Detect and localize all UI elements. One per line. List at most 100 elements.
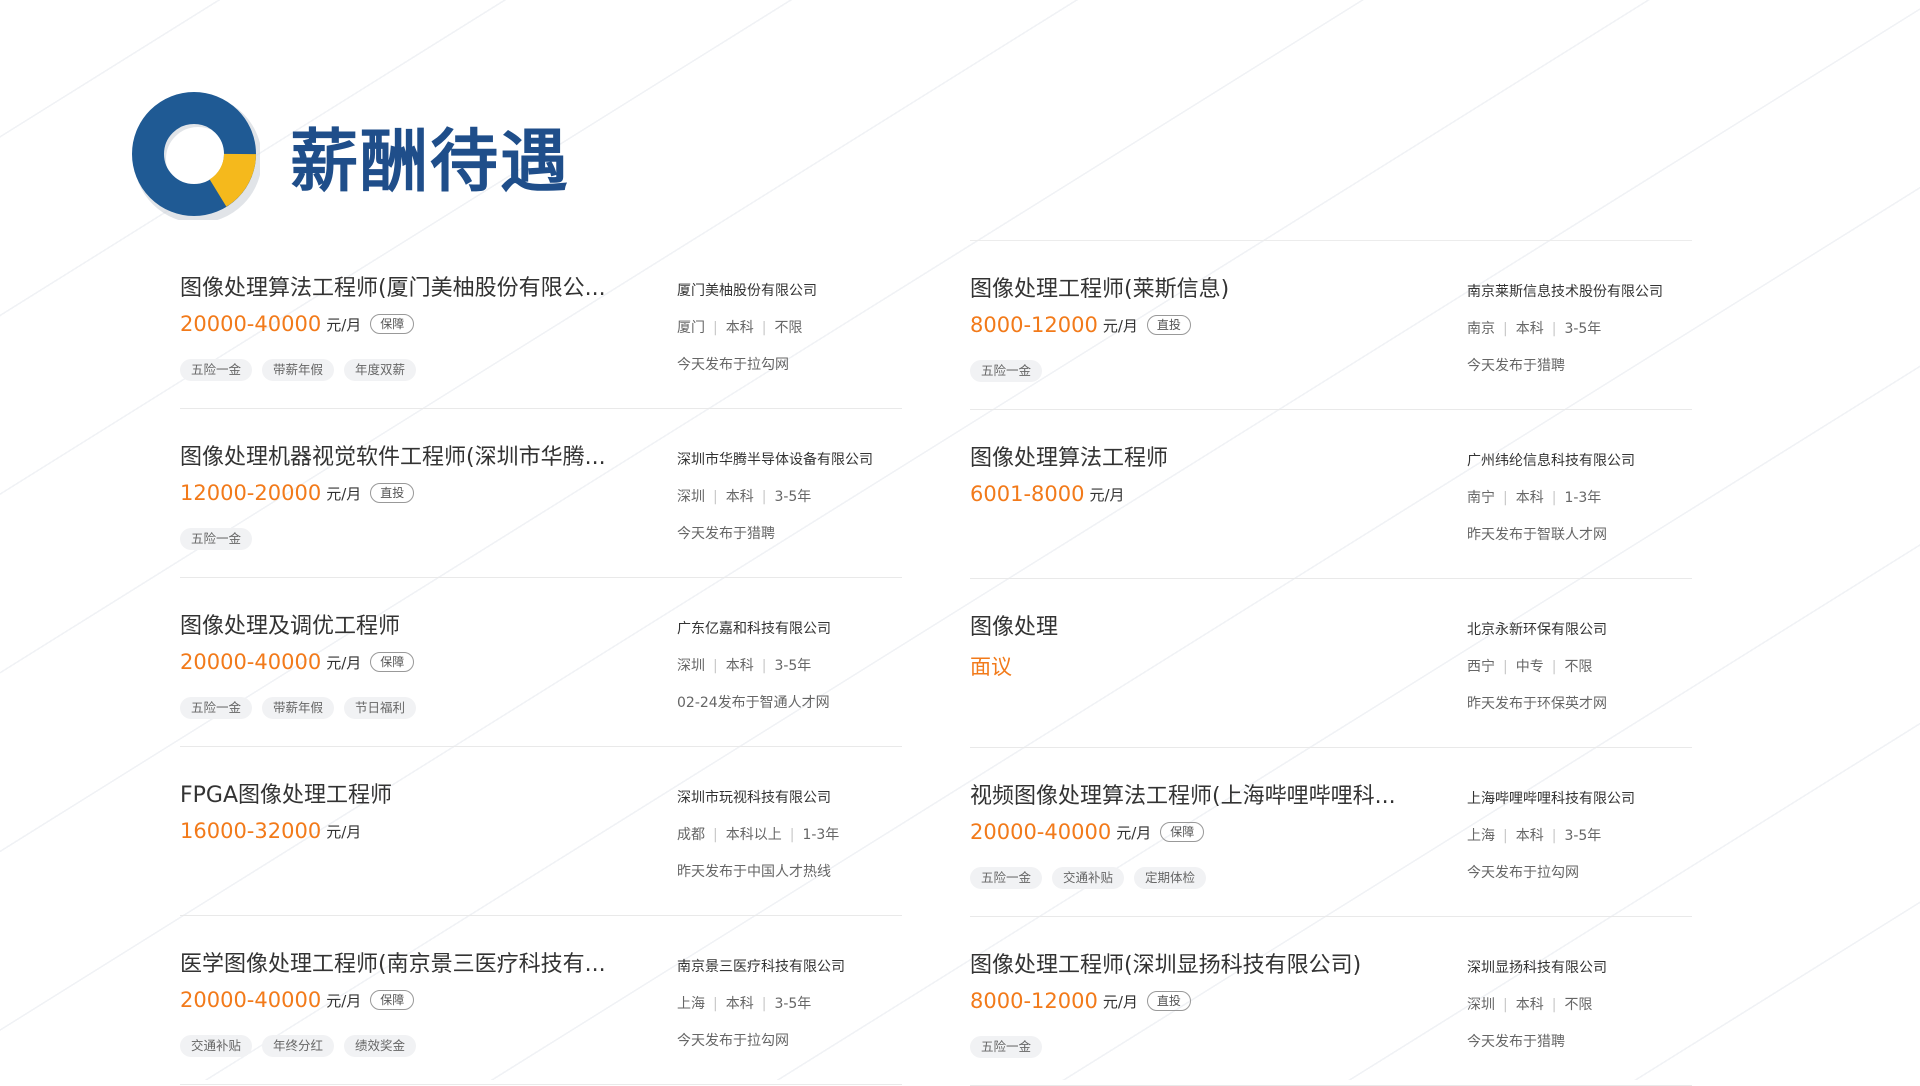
job-card[interactable]: 图像处理 面议 北京永新环保有限公司 西宁 | 中专 | 不限 昨天发布于环保英才网 <box>970 579 1692 748</box>
meta-divider: | <box>1503 659 1508 675</box>
meta-divider: | <box>713 320 718 336</box>
benefit-tag: 五险一金 <box>970 867 1043 889</box>
job-card[interactable]: 视频图像处理算法工程师(上海哔哩哔哩科... 20000-40000 元/月 保障五险… <box>970 748 1692 917</box>
salary-range: 8000-12000 <box>970 313 1098 337</box>
salary-unit: 元/月 <box>1089 485 1125 504</box>
job-title-link[interactable]: 图像处理工程师(莱斯信息) <box>970 271 1229 303</box>
job-requirements: 深圳 | 本科 | 3-5年 <box>677 486 907 506</box>
benefit-tag: 带薪年假 <box>262 697 335 719</box>
salary-row: 20000-40000 元/月 保障 <box>180 312 415 336</box>
job-experience: 不限 <box>1564 659 1593 675</box>
salary-range: 20000-40000 <box>180 312 322 336</box>
meta-divider: | <box>713 827 718 843</box>
salary-row: 16000-32000 元/月 <box>180 819 361 843</box>
job-education: 本科 <box>1515 828 1544 844</box>
meta-divider: | <box>1503 321 1508 337</box>
salary-range: 20000-40000 <box>970 820 1112 844</box>
job-experience: 不限 <box>1564 997 1593 1013</box>
job-location: 南京 <box>1467 321 1495 337</box>
salary-unit: 元/月 <box>326 991 362 1010</box>
company-info: 北京永新环保有限公司 西宁 | 中专 | 不限 昨天发布于环保英才网 <box>1467 619 1697 713</box>
benefit-tags: 五险一金 带薪年假 节日福利 <box>180 697 426 719</box>
company-info: 深圳显扬科技有限公司 深圳 | 本科 | 不限 今天发布于猎聘 <box>1467 957 1697 1051</box>
meta-divider: | <box>713 489 718 505</box>
company-info: 深圳市华腾半导体设备有限公司 深圳 | 本科 | 3-5年 今天发布于猎聘 <box>677 449 907 543</box>
company-info: 南京莱斯信息技术股份有限公司 南京 | 本科 | 3-5年 今天发布于猎聘 <box>1467 281 1697 375</box>
benefit-tag: 五险一金 <box>970 360 1043 382</box>
job-title-link[interactable]: 图像处理机器视觉软件工程师(深圳市华腾... <box>180 439 606 471</box>
salary-row: 8000-12000 元/月 直投 <box>970 313 1191 337</box>
company-name-link[interactable]: 广东亿嘉和科技有限公司 <box>677 618 907 638</box>
meta-divider: | <box>1551 828 1557 844</box>
job-badge: 直投 <box>370 483 415 503</box>
job-requirements: 南京 | 本科 | 3-5年 <box>1467 318 1697 338</box>
job-requirements: 上海 | 本科 | 3-5年 <box>1467 825 1697 845</box>
job-location: 厦门 <box>677 320 705 336</box>
salary-unit: 元/月 <box>326 653 362 672</box>
job-experience: 1-3年 <box>802 827 840 843</box>
job-title-link[interactable]: 医学图像处理工程师(南京景三医疗科技有... <box>180 946 606 978</box>
salary-unit: 元/月 <box>1116 823 1152 842</box>
company-name-link[interactable]: 广州纬纶信息科技有限公司 <box>1467 450 1697 470</box>
job-card[interactable]: 图像处理工程师(深圳显扬科技有限公司) 8000-12000 元/月 直投 五险一金 深圳… <box>970 917 1692 1086</box>
benefit-tag: 带薪年假 <box>262 359 335 381</box>
job-title-link[interactable]: 图像处理算法工程师(厦门美柚股份有限公... <box>180 270 606 302</box>
job-location: 西宁 <box>1467 659 1495 675</box>
salary-unit: 元/月 <box>326 315 362 334</box>
job-education: 中专 <box>1515 659 1544 675</box>
job-badge: 保障 <box>370 652 415 672</box>
job-card[interactable]: 图像处理及调优工程师 20000-40000 元/月 保障 五险一金 带薪年假 节日福利 广东… <box>180 578 902 747</box>
posted-source: 今天发布于拉勾网 <box>677 1033 789 1049</box>
salary-range: 8000-12000 <box>970 989 1098 1013</box>
job-card[interactable]: 图像处理算法工程师 6001-8000 元/月 广州纬纶信息科技有限公司 南宁 | 本科 | 1… <box>970 410 1692 579</box>
job-badge: 直投 <box>1146 991 1191 1011</box>
job-title-link[interactable]: 图像处理算法工程师 <box>970 440 1168 472</box>
job-title-link[interactable]: 图像处理工程师(深圳显扬科技有限公司) <box>970 947 1361 979</box>
meta-divider: | <box>1551 490 1557 506</box>
job-list-left: 图像处理算法工程师(厦门美柚股份有限公... 20000-40000 元/月 保障 五险… <box>180 240 902 1085</box>
meta-divider: | <box>1551 997 1557 1013</box>
job-requirements: 南宁 | 本科 | 1-3年 <box>1467 487 1697 507</box>
salary-range: 20000-40000 <box>180 988 322 1012</box>
job-badge: 保障 <box>1160 822 1205 842</box>
job-card[interactable]: 图像处理工程师(莱斯信息) 8000-12000 元/月 直投 五险一金 南京莱斯信息技术… <box>970 240 1692 410</box>
job-education: 本科以上 <box>725 827 782 843</box>
company-name-link[interactable]: 南京景三医疗科技有限公司 <box>677 956 907 976</box>
job-requirements: 成都 | 本科以上 | 1-3年 <box>677 824 907 844</box>
company-name-link[interactable]: 厦门美柚股份有限公司 <box>677 280 907 300</box>
job-badge: 直投 <box>1146 315 1191 335</box>
job-requirements: 厦门 | 本科 | 不限 <box>677 317 907 337</box>
company-info: 深圳市玩视科技有限公司 成都 | 本科以上 | 1-3年 昨天发布于中国人才热线 <box>677 787 907 881</box>
company-name-link[interactable]: 南京莱斯信息技术股份有限公司 <box>1467 281 1697 301</box>
job-education: 本科 <box>725 320 754 336</box>
job-experience: 3-5年 <box>774 489 812 505</box>
salary-row: 面议 <box>970 651 1012 681</box>
benefit-tag: 五险一金 <box>180 697 253 719</box>
job-title-link[interactable]: 图像处理 <box>970 609 1058 641</box>
job-location: 深圳 <box>677 658 705 674</box>
job-title-link[interactable]: FPGA图像处理工程师 <box>180 777 392 809</box>
posted-source: 今天发布于猎聘 <box>1467 1034 1565 1050</box>
job-card[interactable]: 医学图像处理工程师(南京景三医疗科技有... 20000-40000 元/月 保障 交通… <box>180 916 902 1085</box>
posted-source: 昨天发布于智联人才网 <box>1467 527 1607 543</box>
job-card[interactable]: FPGA图像处理工程师 16000-32000 元/月 深圳市玩视科技有限公司 成都 | 本… <box>180 747 902 916</box>
company-name-link[interactable]: 深圳市玩视科技有限公司 <box>677 787 907 807</box>
salary-range: 面议 <box>970 655 1012 679</box>
company-name-link[interactable]: 深圳显扬科技有限公司 <box>1467 957 1697 977</box>
benefit-tag: 节日福利 <box>344 697 417 719</box>
job-card[interactable]: 图像处理算法工程师(厦门美柚股份有限公... 20000-40000 元/月 保障 五险… <box>180 240 902 409</box>
company-name-link[interactable]: 上海哔哩哔哩科技有限公司 <box>1467 788 1697 808</box>
job-title-link[interactable]: 视频图像处理算法工程师(上海哔哩哔哩科... <box>970 778 1396 810</box>
job-card[interactable]: 图像处理机器视觉软件工程师(深圳市华腾... 12000-20000 元/月 直投 五险… <box>180 409 902 578</box>
job-title-link[interactable]: 图像处理及调优工程师 <box>180 608 400 640</box>
job-experience: 不限 <box>774 320 803 336</box>
job-requirements: 深圳 | 本科 | 不限 <box>1467 994 1697 1014</box>
benefit-tag: 年度双薪 <box>344 359 417 381</box>
benefit-tags: 五险一金 <box>970 360 1052 382</box>
donut-ring-logo-icon <box>130 90 262 223</box>
page-title: 薪酬待遇 <box>290 122 571 202</box>
salary-unit: 元/月 <box>1102 316 1138 335</box>
meta-divider: | <box>1503 828 1508 844</box>
company-name-link[interactable]: 北京永新环保有限公司 <box>1467 619 1697 639</box>
company-name-link[interactable]: 深圳市华腾半导体设备有限公司 <box>677 449 907 469</box>
